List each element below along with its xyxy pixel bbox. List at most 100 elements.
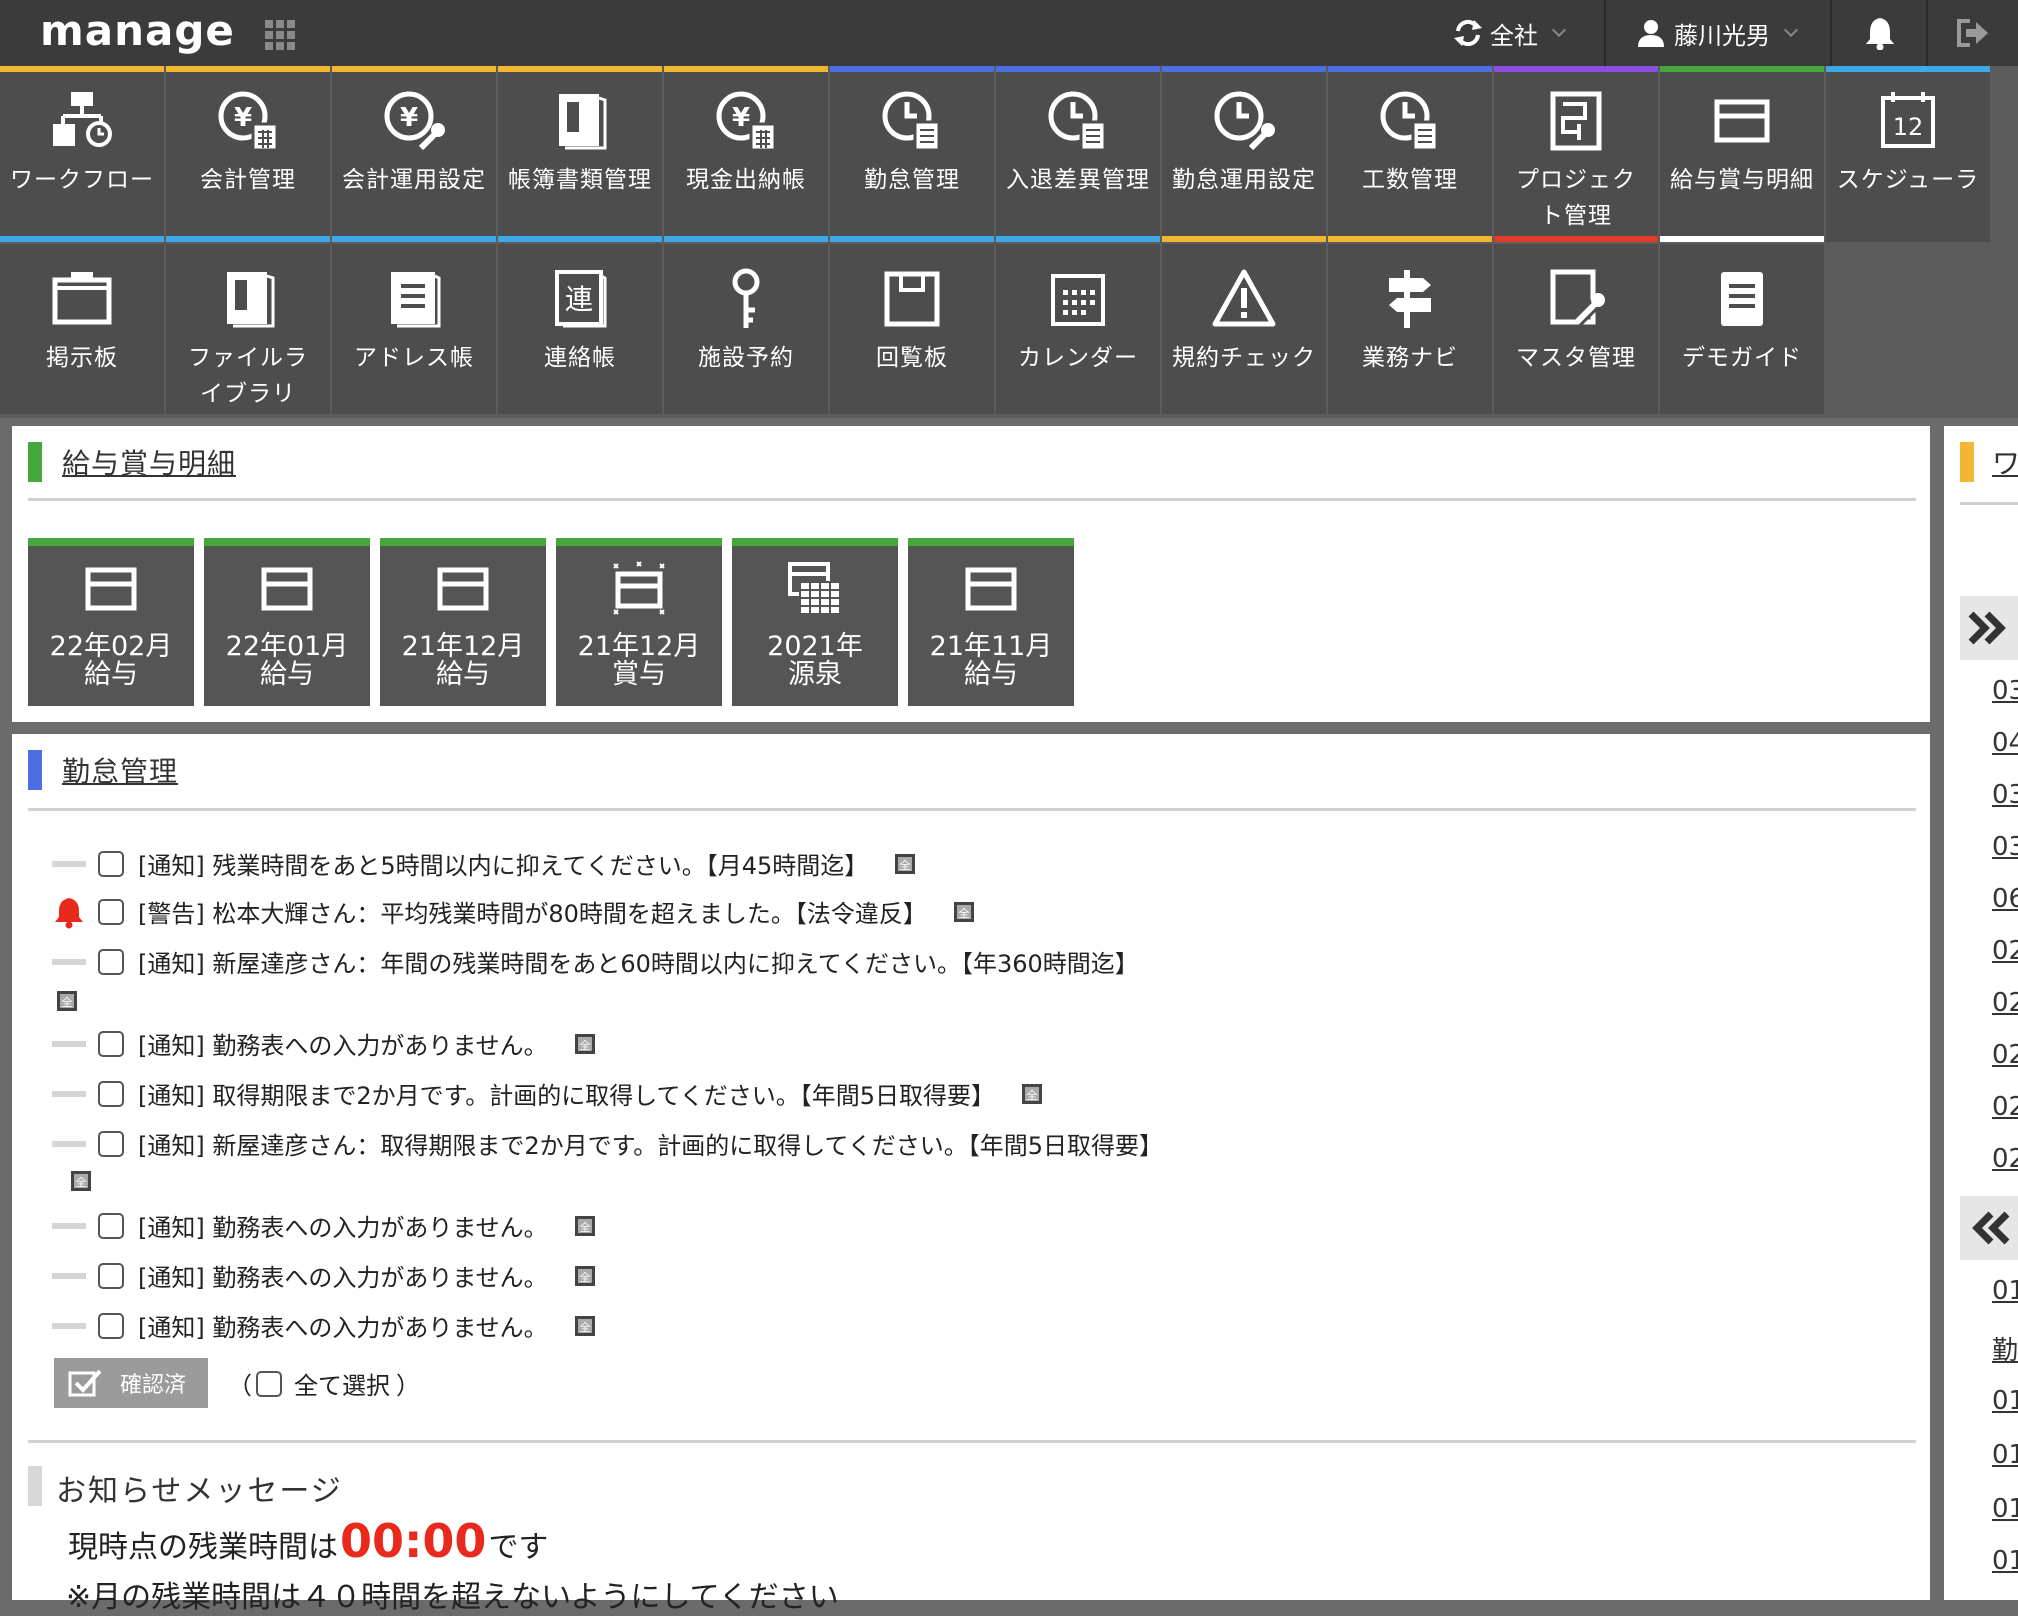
alert-checkbox[interactable]: [98, 1080, 124, 1107]
menu-label: 現金出納帳: [686, 167, 806, 193]
menu-label: 会計運用設定: [342, 167, 486, 193]
right-panel-link[interactable]: 02: [1992, 936, 2018, 966]
user-name: 藤川光男: [1674, 21, 1770, 50]
logout-button[interactable]: [1956, 0, 1990, 66]
right-panel-link[interactable]: 01: [1992, 1494, 2018, 1524]
menu-attendance[interactable]: 勤怠管理: [830, 66, 994, 242]
menu-workflow[interactable]: ワークフロー: [0, 66, 164, 242]
right-panel-link[interactable]: 01: [1992, 1546, 2018, 1576]
menu-label: 規約チェック: [1172, 345, 1316, 371]
payslip-tile[interactable]: 21年12月 賞与: [556, 538, 722, 706]
right-panel-link[interactable]: 01: [1992, 1386, 2018, 1416]
menu-ledger[interactable]: 帳簿書類管理: [498, 66, 662, 242]
alert-checkbox[interactable]: [98, 1312, 124, 1339]
payslip-tile[interactable]: 21年11月 給与: [908, 538, 1074, 706]
menu-bulletin[interactable]: 掲示板: [0, 244, 164, 414]
right-panel-link[interactable]: 02: [1992, 1144, 2018, 1174]
attendance-section-title[interactable]: 勤怠管理: [62, 750, 178, 790]
menu-label: ファイルライブラリ: [188, 345, 308, 407]
alert-checkbox[interactable]: [98, 898, 124, 925]
company-selector[interactable]: 全社: [1452, 0, 1567, 66]
svg-text:12: 12: [1893, 113, 1924, 141]
double-chevron-right-icon: [1968, 611, 2006, 645]
bulletin-icon: [52, 272, 112, 325]
select-all[interactable]: （ 全て選択 ）: [228, 1366, 420, 1401]
menu-label: 施設予約: [698, 345, 794, 371]
right-panel-link[interactable]: 02: [1992, 1092, 2018, 1122]
notification-button[interactable]: [1864, 0, 1896, 66]
refresh-icon: [1454, 19, 1482, 47]
menu-accounting[interactable]: ¥ 会計管理: [166, 66, 330, 242]
alert-checkbox[interactable]: [98, 850, 124, 877]
menu-label: 掲示板: [46, 345, 118, 371]
all-company-icon: 全: [71, 1171, 91, 1191]
payslip-tile[interactable]: 22年02月 給与: [28, 538, 194, 706]
menu-label: 帳簿書類管理: [508, 167, 652, 193]
confirm-button[interactable]: 確認済: [54, 1358, 208, 1408]
right-panel-link[interactable]: 06: [1992, 884, 2018, 914]
payslip-icon: [261, 567, 313, 611]
payslip-section-title[interactable]: 給与賞与明細: [62, 442, 236, 482]
menu-contact-book[interactable]: 連 連絡帳: [498, 244, 662, 414]
right-panel-link[interactable]: 03: [1992, 832, 2018, 862]
attendance-section-header: 勤怠管理: [28, 750, 178, 790]
alert-checkbox[interactable]: [98, 1030, 124, 1057]
menu-business-navi[interactable]: 業務ナビ: [1328, 244, 1492, 414]
menu-manhour[interactable]: 工数管理: [1328, 66, 1492, 242]
right-panel-link[interactable]: 01: [1992, 1440, 2018, 1470]
menu-project[interactable]: プロジェクト管理: [1494, 66, 1658, 242]
alert-checkbox[interactable]: [98, 1212, 124, 1239]
menu-scheduler[interactable]: 12 スケジューラ: [1826, 66, 1990, 242]
alert-text: [通知] 勤務表への入力がありません。: [138, 1264, 548, 1292]
payslip-tile[interactable]: 21年12月 給与: [380, 538, 546, 706]
all-company-icon: 全: [574, 1215, 595, 1236]
notice-title: お知らせメッセージ: [56, 1474, 343, 1509]
app-grid-icon[interactable]: [265, 20, 295, 50]
overtime-suffix: です: [488, 1530, 549, 1565]
menu-payslip[interactable]: 給与賞与明細: [1660, 66, 1824, 242]
menu-facility[interactable]: 施設予約: [664, 244, 828, 414]
alert-checkbox[interactable]: [98, 1130, 124, 1157]
menu-file-library[interactable]: ファイルライブラリ: [166, 244, 330, 414]
menu-address-book[interactable]: アドレス帳: [332, 244, 496, 414]
menu-cashbook[interactable]: ¥ 現金出納帳: [664, 66, 828, 242]
payslip-period: 22年01月: [225, 631, 349, 662]
user-menu[interactable]: 藤川光男: [1636, 0, 1799, 66]
menu-rule-check[interactable]: 規約チェック: [1162, 244, 1326, 414]
alert-text: [通知] 新屋達彦さん：年間の残業時間をあと60時間以内に抑えてください。【年3…: [138, 950, 1139, 978]
alert-checkbox[interactable]: [98, 1262, 124, 1289]
next-page-button[interactable]: [1960, 596, 2018, 660]
menu-label: カレンダー: [1018, 345, 1138, 371]
menu-master[interactable]: マスタ管理: [1494, 244, 1658, 414]
prev-page-button[interactable]: [1960, 1196, 2018, 1260]
right-panel-link[interactable]: 02: [1992, 988, 2018, 1018]
menu-circular[interactable]: 回覧板: [830, 244, 994, 414]
menu-attendance-settings[interactable]: 勤怠運用設定: [1162, 66, 1326, 242]
menu-entry-exit[interactable]: 入退差異管理: [996, 66, 1160, 242]
right-panel-link[interactable]: 勤: [1992, 1330, 2018, 1367]
svg-text:全: 全: [579, 1320, 590, 1334]
right-panel-title[interactable]: ワ: [1992, 442, 2018, 482]
right-panel-link[interactable]: 01: [1992, 1276, 2018, 1306]
menu-accounting-settings[interactable]: ¥ 会計運用設定: [332, 66, 496, 242]
alert-item: [警告] 松本大輝さん：平均残業時間が80時間を超えました。【法令違反】 全: [52, 894, 975, 929]
confirm-button-label: 確認済: [120, 1373, 187, 1398]
right-panel-link[interactable]: 03: [1992, 676, 2018, 706]
chevron-down-icon: [1783, 22, 1799, 38]
payslip-period: 21年12月: [577, 631, 701, 662]
app-logo[interactable]: manage: [40, 6, 235, 55]
alert-checkbox[interactable]: [98, 948, 124, 975]
user-icon: [1638, 20, 1664, 47]
payslip-tile[interactable]: 22年01月 給与: [204, 538, 370, 706]
right-panel-link[interactable]: 02: [1992, 1040, 2018, 1070]
select-all-checkbox[interactable]: [256, 1370, 282, 1397]
payslip-tile[interactable]: 2021年 源泉: [732, 538, 898, 706]
alert-item: [通知] 勤務表への入力がありません。 全: [52, 1308, 596, 1343]
alert-item: [通知] 勤務表への入力がありません。 全: [52, 1208, 596, 1243]
right-panel-link[interactable]: 04: [1992, 728, 2018, 758]
menu-calendar[interactable]: カレンダー: [996, 244, 1160, 414]
overtime-line: 現時点の残業時間は 00:00 です: [68, 1514, 548, 1568]
menu-demo-guide[interactable]: デモガイド: [1660, 244, 1824, 414]
alert-text: [通知] 取得期限まで2か月です。計画的に取得してください。【年間5日取得要】: [138, 1082, 996, 1110]
right-panel-link[interactable]: 03: [1992, 780, 2018, 810]
